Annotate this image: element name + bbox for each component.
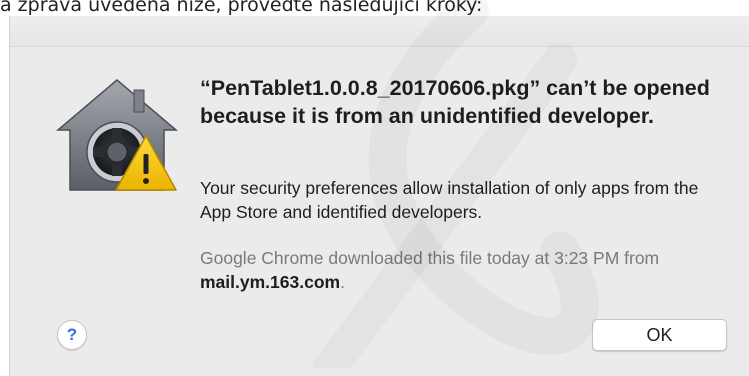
dialog-titlebar xyxy=(10,16,749,47)
alert-title: “PenTablet1.0.0.8_20170606.pkg” can’t be… xyxy=(200,76,710,128)
help-button[interactable]: ? xyxy=(57,320,87,350)
download-info-prefix: Google Chrome downloaded this file today… xyxy=(200,248,660,268)
download-info: Google Chrome downloaded this file today… xyxy=(200,246,730,294)
download-source-domain: mail.ym.163.com xyxy=(200,272,341,292)
unidentified-developer-alert: “PenTablet1.0.0.8_20170606.pkg” can’t be… xyxy=(9,16,749,376)
page-caption: a zpráva uvedená níže, proveďte následuj… xyxy=(0,0,483,16)
alert-message: Your security preferences allow installa… xyxy=(200,178,699,222)
download-info-suffix: . xyxy=(340,272,345,292)
ok-button[interactable]: OK xyxy=(592,319,727,351)
gatekeeper-security-icon xyxy=(54,72,180,198)
